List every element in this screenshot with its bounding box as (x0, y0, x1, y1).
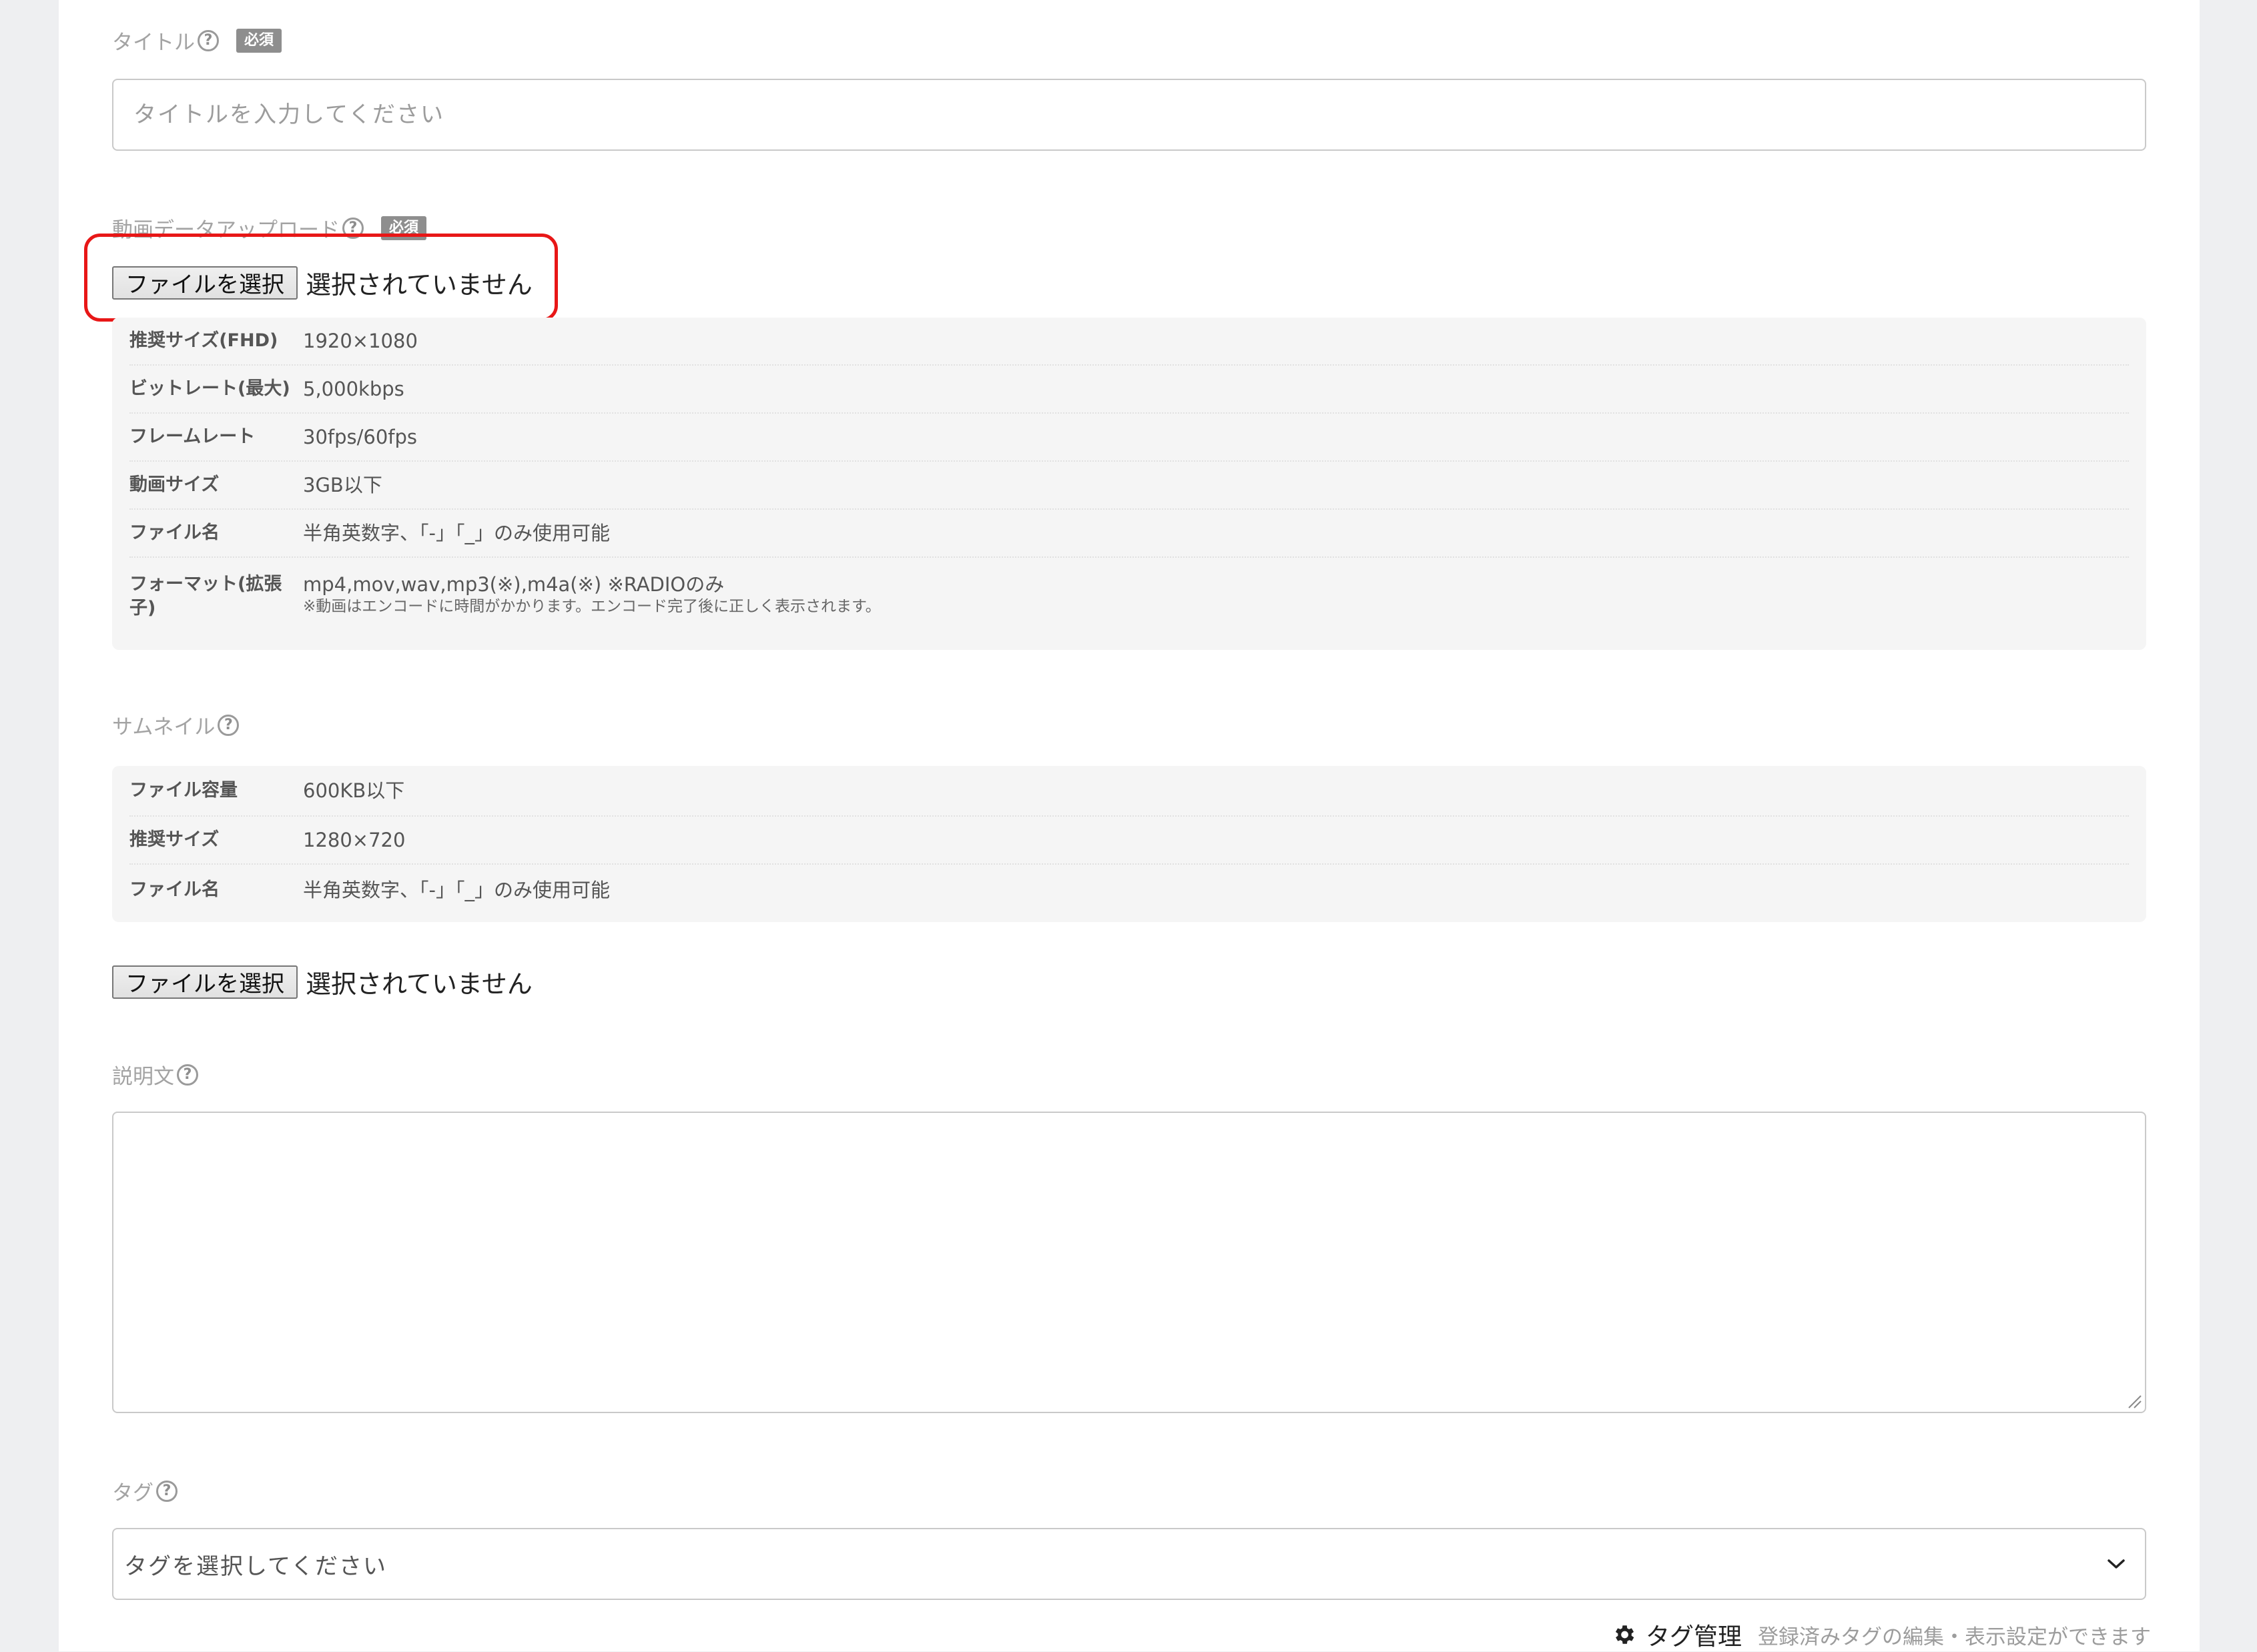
spec-row: ファイル容量 600KB以下 (129, 766, 2129, 817)
tag-management-hint: 登録済みタグの編集・表示設定ができます (1758, 1625, 2152, 1649)
spec-value: 3GB以下 (303, 474, 382, 496)
spec-value: 半角英数字、「-」「_」のみ使用可能 (303, 879, 610, 901)
spec-row: ビットレート(最大) 5,000kbps (129, 366, 2129, 414)
spec-value: 30fps/60fps (303, 426, 418, 448)
spec-key: フォーマット(拡張子) (129, 574, 282, 618)
tag-management-row: タグ管理 登録済みタグの編集・表示設定ができます (1611, 1617, 2151, 1652)
chevron-down-icon (2108, 1559, 2125, 1569)
tags-label: タグ (112, 1481, 153, 1505)
spec-value: 1280×720 (303, 829, 406, 851)
thumbnail-spec-table: ファイル容量 600KB以下 推奨サイズ 1280×720 ファイル名 半角英数… (112, 766, 2146, 922)
thumbnail-file-select-button[interactable]: ファイルを選択 (112, 965, 298, 999)
spec-key: ビットレート(最大) (129, 378, 290, 399)
thumbnail-file-picker: ファイルを選択 選択されていません (112, 963, 533, 1000)
title-label-row: タイトル ? 必須 (112, 25, 282, 55)
spec-key: フレームレート (129, 426, 256, 447)
help-icon[interactable]: ? (177, 1064, 198, 1086)
tag-management-link[interactable]: タグ管理 (1646, 1617, 1742, 1652)
spec-key: 推奨サイズ(FHD) (129, 330, 278, 351)
spec-value: mp4,mov,wav,mp3(※),m4a(※) ※RADIOのみ (303, 573, 725, 596)
thumbnail-label-row: サムネイル ? (112, 710, 240, 740)
spec-value: 1920×1080 (303, 330, 418, 352)
spec-key: ファイル名 (129, 522, 220, 543)
tags-label-row: タグ ? (112, 1476, 178, 1506)
help-icon[interactable]: ? (198, 29, 219, 51)
help-icon[interactable]: ? (156, 1480, 178, 1502)
spec-key: 推奨サイズ (129, 829, 220, 850)
thumbnail-label: サムネイル (112, 715, 216, 739)
spec-row: ファイル名 半角英数字、「-」「_」のみ使用可能 (129, 865, 2129, 915)
spec-value: 半角英数字、「-」「_」のみ使用可能 (303, 522, 610, 544)
resize-grip-icon[interactable] (2128, 1394, 2142, 1409)
highlight-annotation (84, 234, 558, 322)
spec-note: ※動画はエンコードに時間がかかります。エンコード完了後に正しく表示されます。 (303, 598, 881, 615)
help-icon[interactable]: ? (218, 714, 240, 736)
video-spec-table: 推奨サイズ(FHD) 1920×1080 ビットレート(最大) 5,000kbp… (112, 318, 2146, 650)
gear-icon (1615, 1625, 1634, 1644)
spec-row: ファイル名 半角英数字、「-」「_」のみ使用可能 (129, 510, 2129, 558)
description-label: 説明文 (112, 1065, 174, 1089)
spec-key: ファイル容量 (129, 780, 238, 801)
spec-row: フレームレート 30fps/60fps (129, 414, 2129, 462)
thumbnail-file-status: 選択されていません (306, 969, 533, 999)
title-input[interactable] (112, 79, 2146, 151)
spec-key: 動画サイズ (129, 474, 220, 495)
spec-row: 動画サイズ 3GB以下 (129, 462, 2129, 510)
title-label: タイトル (112, 31, 195, 55)
tags-select-placeholder: タグを選択してください (124, 1553, 387, 1580)
tags-select[interactable]: タグを選択してください (112, 1528, 2146, 1600)
spec-row: 推奨サイズ(FHD) 1920×1080 (129, 318, 2129, 366)
required-badge: 必須 (236, 28, 282, 53)
spec-row: フォーマット(拡張子) mp4,mov,wav,mp3(※),m4a(※) ※R… (129, 558, 2129, 621)
spec-value: 5,000kbps (303, 378, 404, 400)
spec-value: 600KB以下 (303, 779, 405, 802)
description-textarea[interactable] (112, 1112, 2146, 1413)
description-label-row: 説明文 ? (112, 1060, 198, 1090)
spec-value-block: mp4,mov,wav,mp3(※),m4a(※) ※RADIOのみ ※動画はエ… (303, 572, 881, 621)
spec-key: ファイル名 (129, 879, 220, 900)
spec-row: 推奨サイズ 1280×720 (129, 817, 2129, 865)
